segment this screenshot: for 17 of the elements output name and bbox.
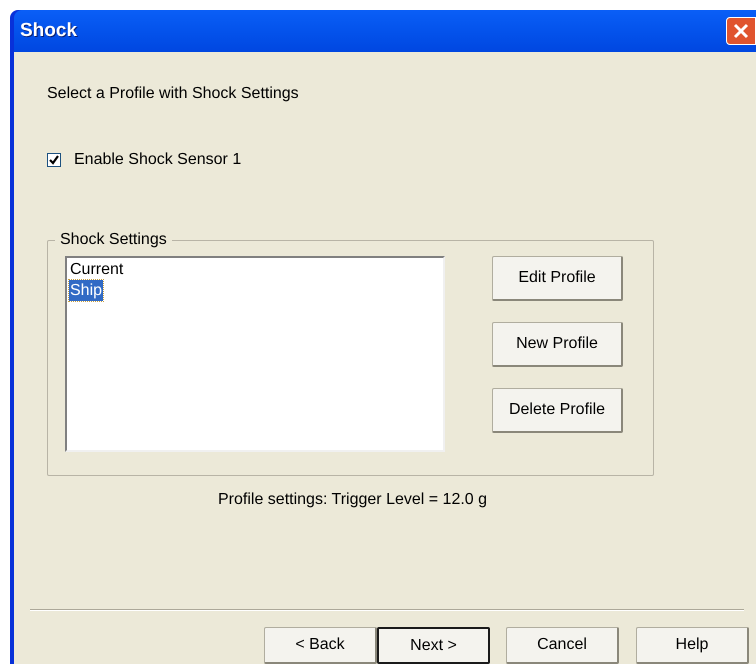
checkbox-label: Enable Shock Sensor 1 [74,150,242,170]
check-icon [49,155,59,165]
dialog-button[interactable]: Help [636,627,749,664]
dialog-button[interactable]: Cancel [506,627,619,664]
dialog-button[interactable]: Next > [377,627,490,664]
dialog-button[interactable]: < Back [264,627,377,664]
close-icon [733,23,749,39]
list-item[interactable]: Current [69,259,124,280]
window-title: Shock [20,18,78,43]
prompt-text: Select a Profile with Shock Settings [47,84,300,104]
list-item[interactable]: Ship [69,280,104,301]
profile-button[interactable]: New Profile [492,322,623,367]
profile-button[interactable]: Delete Profile [492,388,623,433]
checkbox[interactable] [47,153,61,167]
profile-summary: Profile settings: Trigger Level = 12.0 g [218,490,488,510]
profile-button[interactable]: Edit Profile [492,256,623,301]
close-button[interactable] [726,17,756,45]
